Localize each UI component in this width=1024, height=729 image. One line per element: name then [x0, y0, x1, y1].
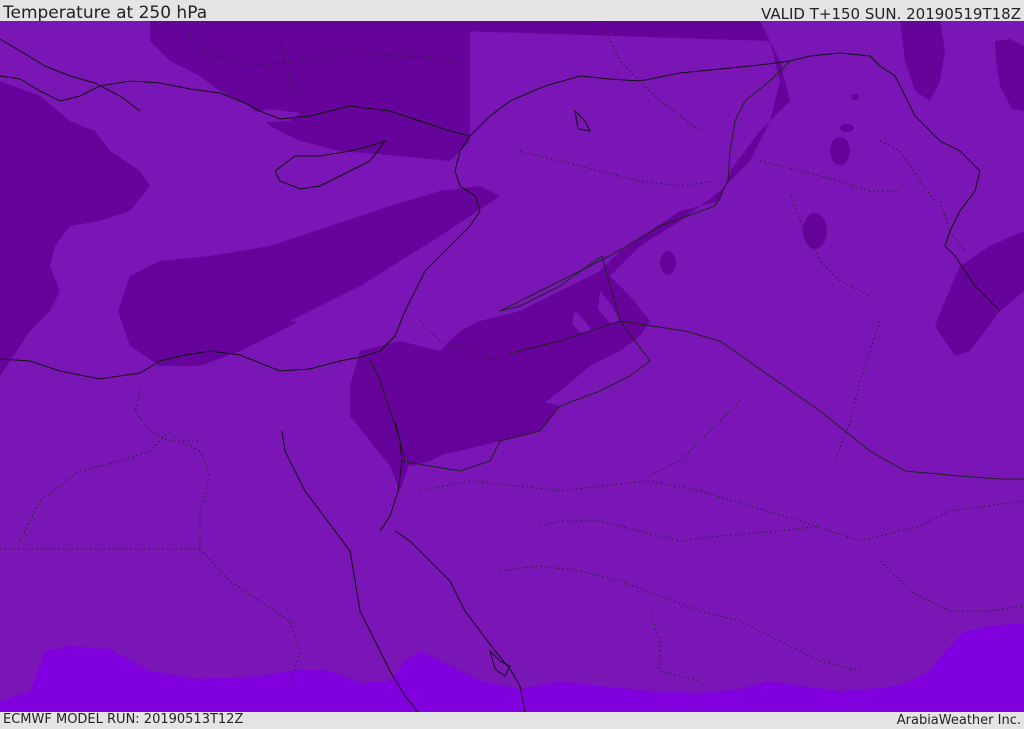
map-canvas: [0, 21, 1024, 712]
credit-label: ArabiaWeather Inc.: [896, 713, 1021, 728]
model-run-label: ECMWF MODEL RUN: 20190513T12Z: [3, 712, 244, 727]
map-title: Temperature at 250 hPa: [3, 3, 208, 23]
footer-bar: ECMWF MODEL RUN: 20190513T12Z ArabiaWeat…: [0, 712, 1024, 729]
weather-map-frame: Temperature at 250 hPa VALID T+150 SUN. …: [0, 0, 1024, 729]
temperature-map: [0, 21, 1024, 712]
header-bar: Temperature at 250 hPa VALID T+150 SUN. …: [0, 0, 1024, 23]
